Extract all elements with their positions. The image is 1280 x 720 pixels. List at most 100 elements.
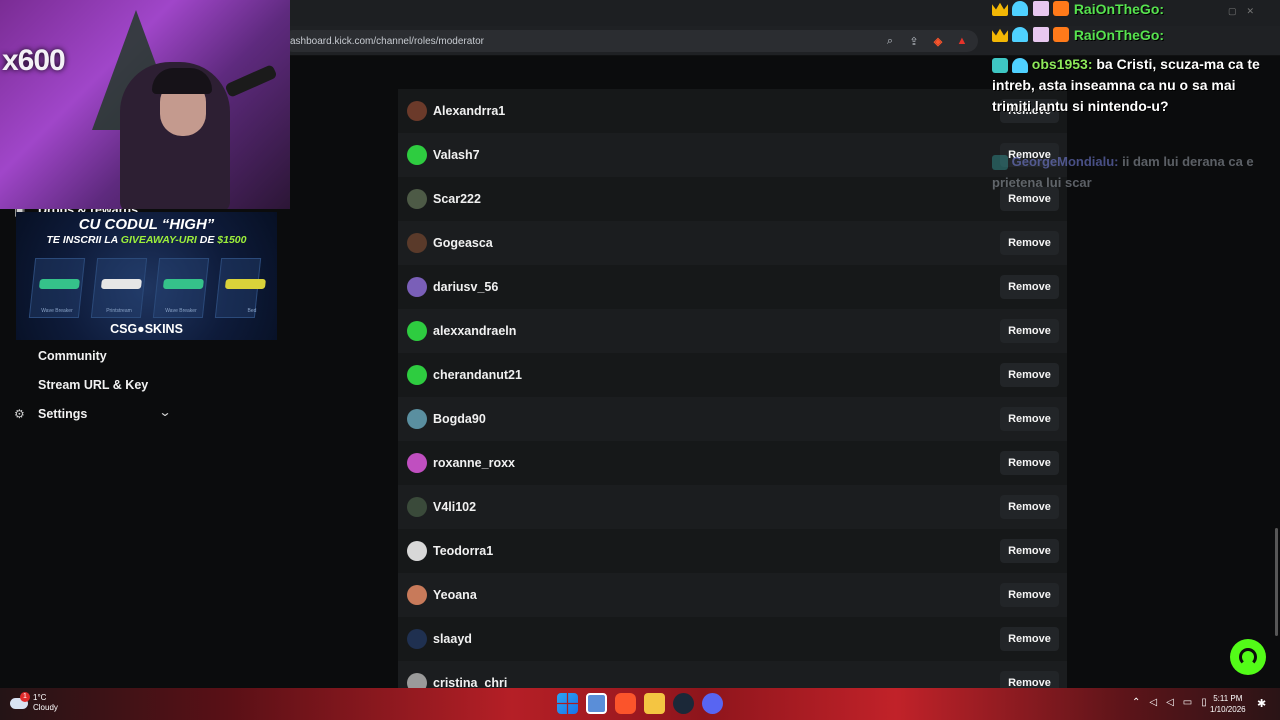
skin-name: Printstream	[106, 308, 132, 314]
sidebar-item-settings[interactable]: Settings	[38, 407, 87, 421]
discord-icon[interactable]	[702, 693, 723, 714]
headset-icon	[1239, 648, 1257, 666]
remove-moderator-button[interactable]: Remove	[1000, 495, 1059, 519]
moderator-row: Bogda90 Remove	[398, 397, 1067, 441]
skin-gun	[38, 279, 80, 289]
remove-moderator-button[interactable]: Remove	[1000, 451, 1059, 475]
avatar[interactable]	[407, 277, 427, 297]
clock-time: 5:11 PM	[1213, 694, 1243, 703]
moderator-name[interactable]: Gogeasca	[433, 236, 493, 250]
seven-tv-badge-icon	[1053, 27, 1070, 43]
chevron-up-icon[interactable]: ⌃	[1132, 697, 1140, 708]
sidebar-item-community[interactable]: Community	[38, 349, 107, 363]
remove-moderator-button[interactable]: Remove	[1000, 275, 1059, 299]
crown-badge-icon	[992, 28, 1008, 43]
avatar[interactable]	[407, 629, 427, 649]
weather-widget[interactable]: 1 1°C Cloudy	[10, 691, 58, 713]
task-view-icon[interactable]	[586, 693, 607, 714]
remove-moderator-button[interactable]: Remove	[1000, 407, 1059, 431]
avatar[interactable]	[407, 365, 427, 385]
avatar[interactable]	[407, 189, 427, 209]
notification-bell-icon[interactable]: ✱	[1257, 697, 1266, 710]
moderator-row: Yeoana Remove	[398, 573, 1067, 617]
address-bar[interactable]: ashboard.kick.com/channel/roles/moderato…	[282, 30, 978, 52]
moderator-name[interactable]: Bogda90	[433, 412, 486, 426]
remove-moderator-button[interactable]: Remove	[1000, 319, 1059, 343]
moderator-name[interactable]: alexxandraeln	[433, 324, 516, 338]
moderator-row: cherandanut21 Remove	[398, 353, 1067, 397]
promo-giveaway: GIVEAWAY-URI	[120, 234, 197, 246]
remove-moderator-button[interactable]: Remove	[1000, 583, 1059, 607]
brave-browser-icon[interactable]	[615, 693, 636, 714]
taskbar-apps	[557, 693, 723, 714]
remove-moderator-button[interactable]: Remove	[1000, 539, 1059, 563]
avatar[interactable]	[407, 101, 427, 121]
remove-moderator-button[interactable]: Remove	[1000, 671, 1059, 688]
moderator-name[interactable]: Alexandrra1	[433, 104, 505, 118]
moderator-name[interactable]: Scar222	[433, 192, 481, 206]
avatar[interactable]	[407, 673, 427, 688]
moderator-name[interactable]: Yeoana	[433, 588, 477, 602]
promo-subline-prefix: TE INSCRII LA	[46, 234, 121, 246]
volume-icon[interactable]: ◁	[1166, 697, 1174, 708]
moderator-name[interactable]: Teodorra1	[433, 544, 493, 558]
system-tray: ⌃ ◁ ◁ ▭ ▯	[1132, 697, 1207, 708]
avatar[interactable]	[407, 453, 427, 473]
multiplier-text: x600	[2, 44, 66, 77]
clock[interactable]: 5:11 PM 1/10/2026	[1210, 693, 1246, 715]
support-chat-button[interactable]	[1230, 639, 1266, 675]
address-bar-icons: ⌕ ⇪ ◈ ▲	[882, 33, 970, 49]
promo-amount: $1500	[217, 234, 247, 246]
moderator-name[interactable]: V4li102	[433, 500, 476, 514]
sidebar-item-stream-url-key[interactable]: Stream URL & Key	[38, 378, 148, 392]
battery-icon[interactable]: ▯	[1201, 697, 1207, 708]
windows-start-icon[interactable]	[557, 693, 578, 714]
brave-rewards-icon[interactable]: ▲	[954, 33, 970, 49]
avatar[interactable]	[407, 497, 427, 517]
skin-name: Wave Breaker	[165, 308, 197, 314]
astronaut-badge-icon	[1011, 57, 1028, 73]
moderator-name[interactable]: slaayd	[433, 632, 472, 646]
zoom-icon[interactable]: ⌕	[882, 33, 898, 49]
avatar[interactable]	[407, 409, 427, 429]
steam-icon[interactable]	[673, 693, 694, 714]
notification-badge: 1	[20, 691, 30, 702]
avatar[interactable]	[407, 321, 427, 341]
chat-username: RaiOnTheGo:	[1073, 0, 1165, 17]
moderator-list: Alexandrra1 Remove Valash7 Remove Scar222 Rem…	[398, 89, 1067, 688]
avatar[interactable]	[407, 145, 427, 165]
temperature: 1°C	[33, 693, 47, 702]
chat-line: RaiOnTheGo:	[992, 0, 1164, 18]
chevron-down-icon[interactable]: ⌄	[158, 405, 171, 419]
page-scrollbar[interactable]	[1275, 528, 1278, 636]
share-icon[interactable]: ⇪	[906, 33, 922, 49]
moderator-name[interactable]: dariusv_56	[433, 280, 498, 294]
remove-moderator-button[interactable]: Remove	[1000, 231, 1059, 255]
chat-overlay: RaiOnTheGo: RaiOnTheGo: obs1953: ba Cris…	[990, 0, 1280, 200]
file-explorer-icon[interactable]	[644, 693, 665, 714]
csgoskins-logo: CSG●SKINS	[110, 322, 183, 336]
moderator-name[interactable]: Valash7	[433, 148, 480, 162]
avatar[interactable]	[407, 541, 427, 561]
remove-moderator-button[interactable]: Remove	[1000, 363, 1059, 387]
moderator-row: slaayd Remove	[398, 617, 1067, 661]
moderator-name[interactable]: cherandanut21	[433, 368, 522, 382]
gg-badge-icon	[992, 57, 1008, 73]
network-icon[interactable]: ▭	[1183, 697, 1192, 708]
remove-moderator-button[interactable]: Remove	[1000, 627, 1059, 651]
webcam-overlay: x600	[0, 0, 290, 209]
avatar[interactable]	[407, 233, 427, 253]
avatar[interactable]	[407, 585, 427, 605]
astronaut-badge-icon	[1012, 1, 1029, 17]
moderator-name[interactable]: cristina_chri	[433, 676, 507, 688]
moderator-row: V4li102 Remove	[398, 485, 1067, 529]
moderator-row: dariusv_56 Remove	[398, 265, 1067, 309]
microphone-arm	[224, 64, 278, 98]
url-text[interactable]: ashboard.kick.com/channel/roles/moderato…	[290, 36, 484, 47]
moderator-name[interactable]: roxanne_roxx	[433, 456, 515, 470]
speaker-icon[interactable]: ◁	[1149, 697, 1157, 708]
chat-message: obs1953: ba Cristi, scuza-ma ca te intre…	[992, 54, 1274, 117]
brave-shields-icon[interactable]: ◈	[930, 33, 946, 49]
clock-date: 1/10/2026	[1210, 705, 1246, 714]
promo-headline: CU CODUL “HIGH”	[16, 216, 277, 233]
